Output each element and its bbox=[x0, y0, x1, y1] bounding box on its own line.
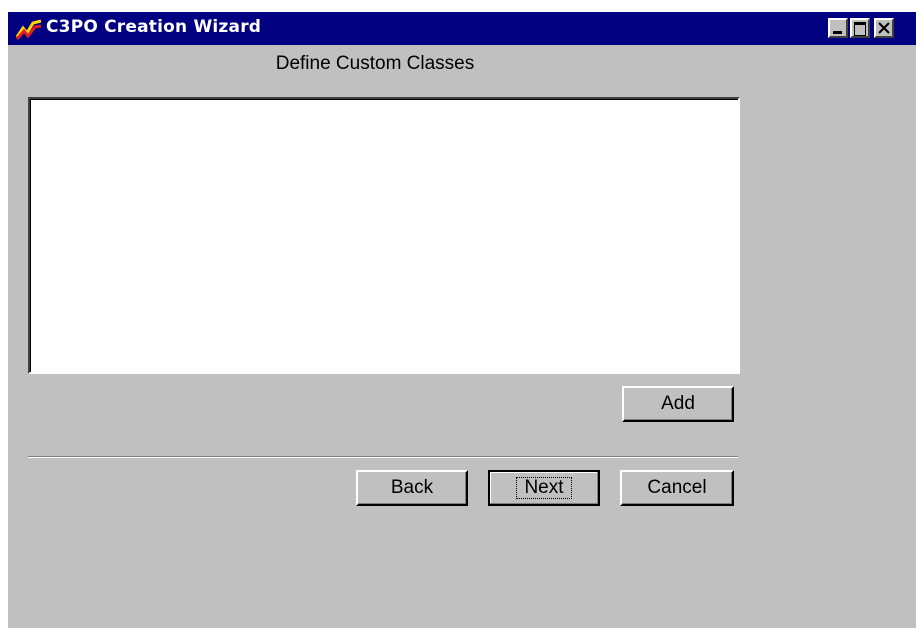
window-title: C3PO Creation Wizard bbox=[46, 17, 262, 37]
app-icon bbox=[16, 19, 42, 40]
wizard-window: C3PO Creation Wizard Define Custom Class… bbox=[8, 12, 916, 628]
title-bar[interactable]: C3PO Creation Wizard bbox=[8, 12, 916, 45]
minimize-button[interactable] bbox=[828, 18, 848, 38]
cancel-button[interactable]: Cancel bbox=[620, 470, 734, 506]
add-button[interactable]: Add bbox=[622, 386, 734, 422]
custom-classes-list[interactable] bbox=[28, 97, 740, 374]
page-heading: Define Custom Classes bbox=[275, 53, 475, 74]
separator bbox=[28, 456, 738, 458]
close-button[interactable] bbox=[874, 18, 894, 38]
back-button[interactable]: Back bbox=[356, 470, 468, 506]
next-button-label: Next bbox=[516, 477, 572, 499]
maximize-button[interactable] bbox=[850, 18, 870, 38]
next-button[interactable]: Next bbox=[488, 470, 600, 506]
close-icon bbox=[878, 22, 890, 34]
